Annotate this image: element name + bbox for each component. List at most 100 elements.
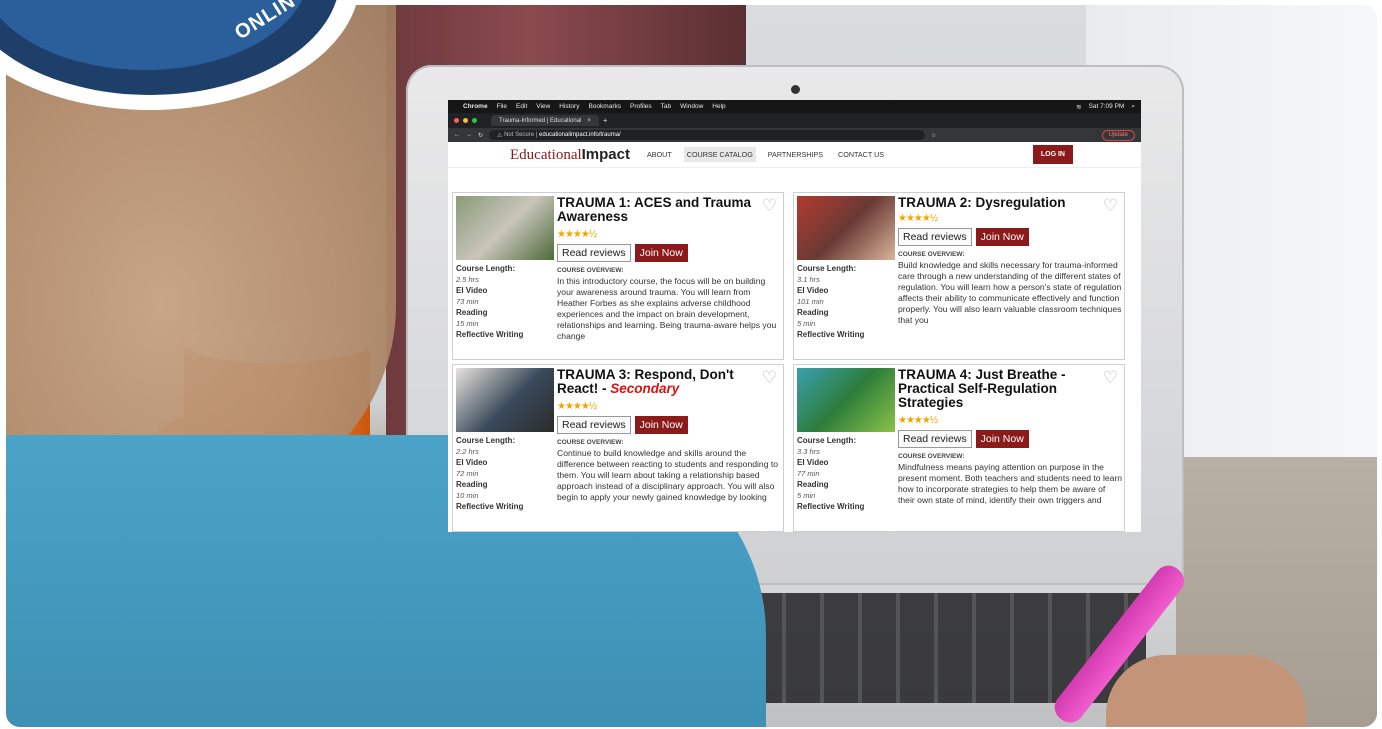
course-meta: Course Length: 2.2 hrs EI Video 72 min R… [456, 435, 554, 512]
url-prefix: Not Secure [504, 132, 535, 138]
video-label: EI Video [797, 458, 829, 467]
course-description: Build knowledge and skills necessary for… [898, 260, 1122, 325]
nav-contact-us[interactable]: CONTACT US [835, 147, 887, 162]
course-meta: Course Length: 3.3 hrs EI Video 77 min R… [797, 435, 895, 512]
course-thumbnail[interactable] [456, 368, 554, 432]
join-now-button[interactable]: Join Now [975, 228, 1029, 246]
reading-value: 5 min [797, 491, 816, 500]
url-text: educationalimpact.info/trauma/ [539, 132, 621, 138]
overview-heading: COURSE OVERVIEW: [898, 251, 965, 258]
course-title[interactable]: TRAUMA 3: Respond, Don't React! - Second… [557, 368, 757, 396]
read-reviews-button[interactable]: Read reviews [557, 416, 631, 434]
course-card: Course Length: 2.5 hrs EI Video 73 min R… [452, 192, 784, 360]
read-reviews-button[interactable]: Read reviews [898, 228, 972, 246]
forward-icon[interactable]: → [466, 132, 472, 138]
favorite-heart-icon[interactable]: ♡ [762, 197, 777, 214]
zoom-window-icon[interactable] [472, 118, 477, 123]
course-length-value: 3.3 hrs [797, 447, 820, 456]
reading-label: Reading [797, 480, 829, 489]
course-length-label: Course Length: [797, 436, 857, 445]
video-label: EI Video [456, 458, 488, 467]
close-window-icon[interactable] [454, 118, 459, 123]
nav-partnerships[interactable]: PARTNERSHIPS [765, 147, 826, 162]
overview-heading: COURSE OVERVIEW: [898, 453, 965, 460]
menu-history[interactable]: History [559, 103, 579, 110]
menu-tab[interactable]: Tab [661, 103, 671, 110]
url-field[interactable]: ⚠ Not Secure | educationalimpact.info/tr… [489, 130, 926, 140]
rating-stars: ★★★★½ [557, 401, 597, 412]
menu-view[interactable]: View [536, 103, 550, 110]
reading-label: Reading [456, 308, 488, 317]
join-now-button[interactable]: Join Now [634, 244, 688, 262]
nav-course-catalog[interactable]: COURSE CATALOG [683, 147, 756, 162]
course-title[interactable]: TRAUMA 4: Just Breathe - Practical Self-… [898, 368, 1098, 410]
tab-strip: Trauma-Informed | Educational × + [448, 113, 1141, 128]
course-card: Course Length: 2.2 hrs EI Video 72 min R… [452, 364, 784, 532]
join-now-button[interactable]: Join Now [975, 430, 1029, 448]
video-label: EI Video [456, 286, 488, 295]
course-thumbnail[interactable] [456, 196, 554, 260]
address-bar-row: ← → ↻ ⚠ Not Secure | educationalimpact.i… [448, 128, 1141, 142]
course-length-label: Course Length: [456, 264, 516, 273]
back-icon[interactable]: ← [454, 132, 460, 138]
favorite-heart-icon[interactable]: ♡ [762, 369, 777, 386]
menu-profiles[interactable]: Profiles [630, 103, 652, 110]
new-tab-icon[interactable]: + [603, 116, 608, 125]
course-title[interactable]: TRAUMA 1: ACES and Trauma Awareness [557, 196, 757, 224]
rating-stars: ★★★★½ [898, 415, 938, 426]
course-body: ★★★★½ Read reviews Join Now COURSE OVERV… [557, 401, 782, 503]
course-description: Continue to build knowledge and skills a… [557, 448, 779, 502]
reflective-label: Reflective Writing [797, 330, 865, 339]
reading-label: Reading [797, 308, 829, 317]
overview-heading: COURSE OVERVIEW: [557, 267, 624, 274]
site-logo[interactable]: EducationalImpact [510, 146, 630, 164]
menu-file[interactable]: File [497, 103, 507, 110]
laptop-screen: Chrome File Edit View History Bookmarks … [448, 100, 1141, 532]
tab-title: Trauma-Informed | Educational [499, 117, 582, 124]
read-reviews-button[interactable]: Read reviews [898, 430, 972, 448]
course-thumbnail[interactable] [797, 368, 895, 432]
logo-part-2: Impact [581, 145, 630, 163]
course-description: Mindfulness means paying attention on pu… [898, 462, 1123, 505]
course-thumbnail[interactable] [797, 196, 895, 260]
close-tab-icon[interactable]: × [587, 118, 591, 124]
course-title[interactable]: TRAUMA 2: Dysregulation [898, 196, 1098, 210]
minimize-window-icon[interactable] [463, 118, 468, 123]
update-button[interactable]: Update [1101, 129, 1135, 141]
menu-window[interactable]: Window [680, 103, 703, 110]
search-icon[interactable]: ⌕ [1131, 103, 1135, 111]
reflective-label: Reflective Writing [456, 330, 524, 339]
favorite-heart-icon[interactable]: ♡ [1103, 197, 1118, 214]
browser-tab[interactable]: Trauma-Informed | Educational × [491, 115, 599, 126]
menu-help[interactable]: Help [712, 103, 725, 110]
overview-heading: COURSE OVERVIEW: [557, 439, 624, 446]
reading-value: 5 min [797, 319, 816, 328]
menu-chrome[interactable]: Chrome [463, 103, 488, 110]
reload-icon[interactable]: ↻ [478, 132, 483, 139]
reading-label: Reading [456, 480, 488, 489]
wifi-icon[interactable]: ≋ [1076, 103, 1081, 111]
course-description: In this introductory course, the focus w… [557, 276, 777, 341]
course-card: Course Length: 3.3 hrs EI Video 77 min R… [793, 364, 1125, 532]
login-button[interactable]: LOG IN [1032, 145, 1073, 164]
course-length-label: Course Length: [797, 264, 857, 273]
read-reviews-button[interactable]: Read reviews [557, 244, 631, 262]
logo-part-1: Educational [510, 146, 582, 163]
reflective-label: Reflective Writing [797, 502, 865, 511]
mac-menubar: Chrome File Edit View History Bookmarks … [448, 100, 1141, 113]
course-meta: Course Length: 2.5 hrs EI Video 73 min R… [456, 263, 554, 340]
security-warning-icon: ⚠ [497, 132, 505, 139]
reading-value: 15 min [456, 319, 479, 328]
course-length-label: Course Length: [456, 436, 516, 445]
bookmark-star-icon[interactable]: ☆ [931, 132, 936, 139]
course-title-secondary: Secondary [610, 381, 680, 396]
join-now-button[interactable]: Join Now [634, 416, 688, 434]
course-body: ★★★★½ Read reviews Join Now COURSE OVERV… [898, 415, 1123, 506]
favorite-heart-icon[interactable]: ♡ [1103, 369, 1118, 386]
rating-stars: ★★★★½ [557, 229, 597, 240]
menu-edit[interactable]: Edit [516, 103, 527, 110]
course-meta: Course Length: 3.1 hrs EI Video 101 min … [797, 263, 895, 340]
video-value: 101 min [797, 297, 824, 306]
menu-bookmarks[interactable]: Bookmarks [588, 103, 621, 110]
nav-about[interactable]: ABOUT [644, 147, 675, 162]
